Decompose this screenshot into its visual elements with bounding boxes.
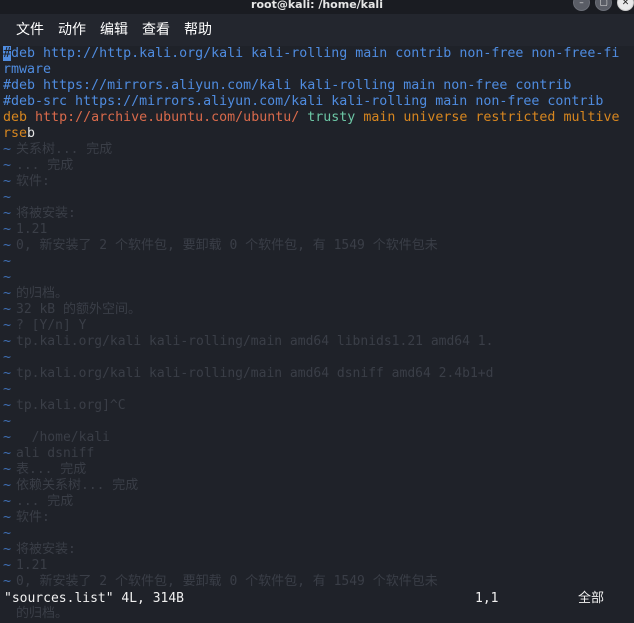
status-file-info: "sources.list" 4L, 314B — [4, 591, 185, 606]
ghost-line — [16, 350, 634, 366]
tilde-marker: ~ — [3, 462, 12, 477]
tilde-marker: ~ — [3, 542, 12, 557]
ghost-background-text: 关系树... 完成... 完成 软件: 将被安装: 1.21 0, 新安装了 2 个软件… — [16, 46, 634, 623]
ghost-line: 表... 完成 — [16, 462, 87, 477]
terminal-window: root@kali: /home/kali – ▢ ✕ 文件 动作 编辑 查看 … — [0, 0, 634, 623]
tilde-marker: ~ — [3, 510, 12, 525]
line4-tail: b — [27, 126, 36, 141]
buffer-line-4-wrap: rseb — [3, 126, 35, 142]
status-line: "sources.list" 4L, 314B 1,1 全部 — [0, 590, 634, 608]
tilde-marker: ~ — [3, 558, 12, 573]
buffer-line-1: #deb http://http.kali.org/kali kali-roll… — [3, 46, 619, 62]
tilde-marker: ~ — [3, 350, 12, 365]
ghost-line — [16, 382, 634, 398]
minimize-icon: – — [579, 0, 584, 8]
line4-keyword: deb — [3, 110, 28, 125]
title-bar: root@kali: /home/kali – ▢ ✕ — [0, 0, 634, 14]
tilde-marker: ~ — [3, 238, 12, 253]
menu-action[interactable]: 动作 — [51, 14, 93, 46]
line4-suite: trusty — [307, 110, 356, 125]
ghost-line: ali dsniff — [16, 446, 95, 461]
ghost-line — [16, 190, 634, 206]
ghost-line: 1.21 — [16, 222, 48, 237]
tilde-marker: ~ — [3, 142, 12, 157]
close-button[interactable]: ✕ — [617, 0, 634, 11]
tilde-marker: ~ — [3, 334, 12, 349]
tilde-marker: ~ — [3, 302, 12, 317]
tilde-marker: ~ — [3, 270, 12, 285]
ghost-line: tp.kali.org]^C — [16, 398, 126, 413]
ghost-line: 依赖关系树... 完成 — [16, 478, 139, 493]
ghost-line: 32 kB 的额外空间。 — [16, 302, 141, 317]
tilde-marker: ~ — [3, 366, 12, 381]
ghost-line: 关系树... 完成 — [16, 142, 113, 157]
tilde-marker: ~ — [3, 446, 12, 461]
line4-components: main universe restricted multive — [363, 110, 620, 125]
maximize-button[interactable]: ▢ — [595, 0, 612, 11]
tilde-marker: ~ — [3, 318, 12, 333]
ghost-line: tp.kali.org/kali kali-rolling/main amd64… — [16, 334, 494, 349]
buffer-line-4: deb http://archive.ubuntu.com/ubuntu/ tr… — [3, 110, 620, 126]
ghost-line: ... 完成 — [16, 494, 74, 509]
tilde-marker: ~ — [3, 222, 12, 237]
close-icon: ✕ — [621, 0, 630, 8]
line1-text: deb http://http.kali.org/kali kali-rolli… — [11, 46, 620, 61]
ghost-line: 将被安装: — [16, 542, 76, 557]
ghost-line: tp.kali.org/kali kali-rolling/main amd64… — [16, 366, 494, 381]
buffer-line-1-wrap: rmware — [3, 62, 52, 77]
tilde-marker: ~ — [3, 526, 12, 541]
buffer-line-3: #deb-src https://mirrors.aliyun.com/kali… — [3, 94, 604, 109]
menu-view[interactable]: 查看 — [135, 14, 177, 46]
minimize-button[interactable]: – — [573, 0, 590, 11]
ghost-line: 的归档。 — [16, 606, 69, 621]
ghost-line — [16, 254, 634, 270]
tilde-marker: ~ — [3, 158, 12, 173]
status-scroll-mode: 全部 — [578, 591, 605, 606]
status-cursor-position: 1,1 — [475, 591, 499, 606]
ghost-line: ? [Y/n] Y — [16, 318, 87, 333]
maximize-icon: ▢ — [599, 0, 608, 8]
ghost-line — [16, 126, 634, 142]
text-cursor: # — [3, 46, 12, 61]
ghost-line: 0, 新安装了 2 个软件包, 要卸载 0 个软件包, 有 1549 个软件包未 — [16, 574, 438, 589]
menu-edit[interactable]: 编辑 — [93, 14, 135, 46]
tilde-marker: ~ — [3, 414, 12, 429]
ghost-line — [16, 526, 634, 542]
tilde-marker: ~ — [3, 190, 12, 205]
tilde-marker: ~ — [3, 286, 12, 301]
ghost-line: 1.21 — [16, 558, 48, 573]
ghost-line: 将被安装: — [16, 206, 76, 221]
buffer-line-2: #deb https://mirrors.aliyun.com/kali kal… — [3, 78, 572, 93]
line4-wrap-part: rse — [3, 126, 28, 141]
ghost-line: /home/kali — [16, 430, 110, 445]
tilde-marker: ~ — [3, 478, 12, 493]
menu-help[interactable]: 帮助 — [177, 14, 219, 46]
menu-bar: 文件 动作 编辑 查看 帮助 — [0, 14, 634, 46]
tilde-marker: ~ — [3, 382, 12, 397]
tilde-marker: ~ — [3, 574, 12, 589]
line4-url: http://archive.ubuntu.com/ubuntu/ — [35, 110, 300, 125]
ghost-line: ... 完成 — [16, 158, 74, 173]
menu-file[interactable]: 文件 — [9, 14, 51, 46]
tilde-marker: ~ — [3, 398, 12, 413]
ghost-line — [16, 414, 634, 430]
tilde-marker: ~ — [3, 254, 12, 269]
window-title: root@kali: /home/kali — [251, 0, 383, 11]
ghost-line — [16, 270, 634, 286]
tilde-marker: ~ — [3, 430, 12, 445]
ghost-line — [16, 62, 634, 78]
tilde-marker: ~ — [3, 494, 12, 509]
tilde-marker: ~ — [3, 174, 12, 189]
ghost-line: 软件: — [16, 174, 50, 189]
tilde-marker: ~ — [3, 206, 12, 221]
terminal-area[interactable]: 关系树... 完成... 完成 软件: 将被安装: 1.21 0, 新安装了 2 个软件… — [0, 46, 634, 623]
ghost-line: 0, 新安装了 2 个软件包, 要卸载 0 个软件包, 有 1549 个软件包未 — [16, 238, 438, 253]
ghost-line: 的归档。 — [16, 286, 69, 301]
ghost-line: 软件: — [16, 510, 50, 525]
